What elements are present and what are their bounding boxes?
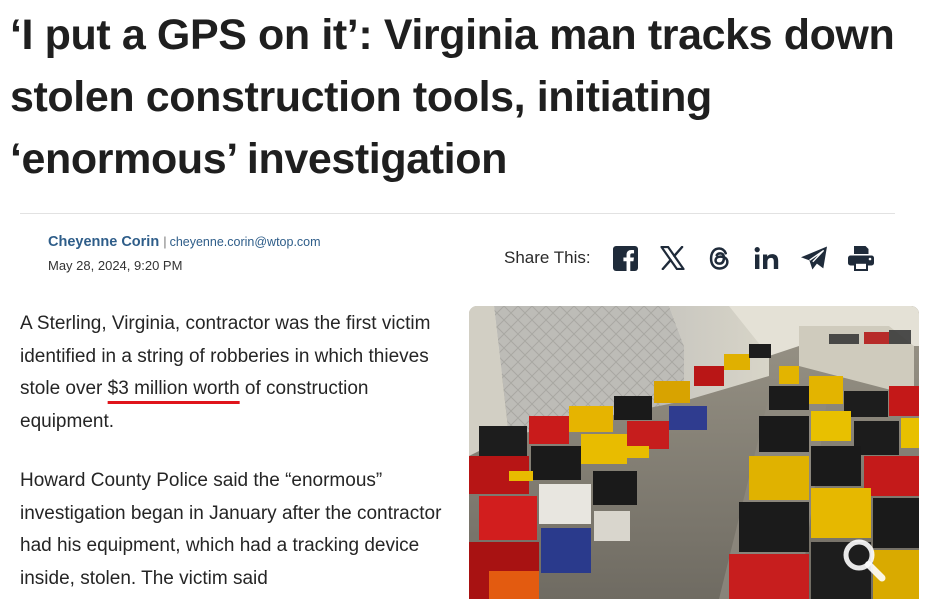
author-name-link[interactable]: Cheyenne Corin xyxy=(48,234,159,250)
byline: Cheyenne Corin | cheyenne.corin@wtop.com xyxy=(48,234,321,250)
zoom-button[interactable] xyxy=(837,533,889,585)
print-icon xyxy=(847,245,874,271)
print-button[interactable] xyxy=(846,243,876,273)
magnifier-icon xyxy=(843,539,886,582)
share-x-button[interactable] xyxy=(658,243,688,273)
share-threads-button[interactable] xyxy=(705,243,735,273)
facebook-icon xyxy=(613,245,639,271)
article-paragraph: A Sterling, Virginia, contractor was the… xyxy=(20,308,450,438)
telegram-icon xyxy=(800,246,827,270)
share-telegram-button[interactable] xyxy=(799,243,829,273)
article-paragraph: Howard County Police said the “enormous”… xyxy=(20,470,442,589)
article-photo[interactable] xyxy=(469,306,919,599)
article-headline: ‘I put a GPS on it’: Virginia man tracks… xyxy=(10,11,895,183)
linkedin-icon xyxy=(754,247,778,269)
byline-separator: | xyxy=(163,234,167,249)
share-linkedin-button[interactable] xyxy=(752,243,782,273)
share-label: Share This: xyxy=(504,248,591,267)
author-email-link[interactable]: cheyenne.corin@wtop.com xyxy=(170,235,321,249)
header-divider xyxy=(20,213,895,214)
share-bar: Share This: xyxy=(504,240,876,276)
article-body: A Sterling, Virginia, contractor was the… xyxy=(20,308,450,595)
threads-icon xyxy=(709,246,729,270)
share-facebook-button[interactable] xyxy=(611,243,641,273)
highlighted-amount: $3 million worth xyxy=(107,378,240,399)
publish-date: May 28, 2024, 9:20 PM xyxy=(48,258,183,273)
x-icon xyxy=(660,246,685,270)
